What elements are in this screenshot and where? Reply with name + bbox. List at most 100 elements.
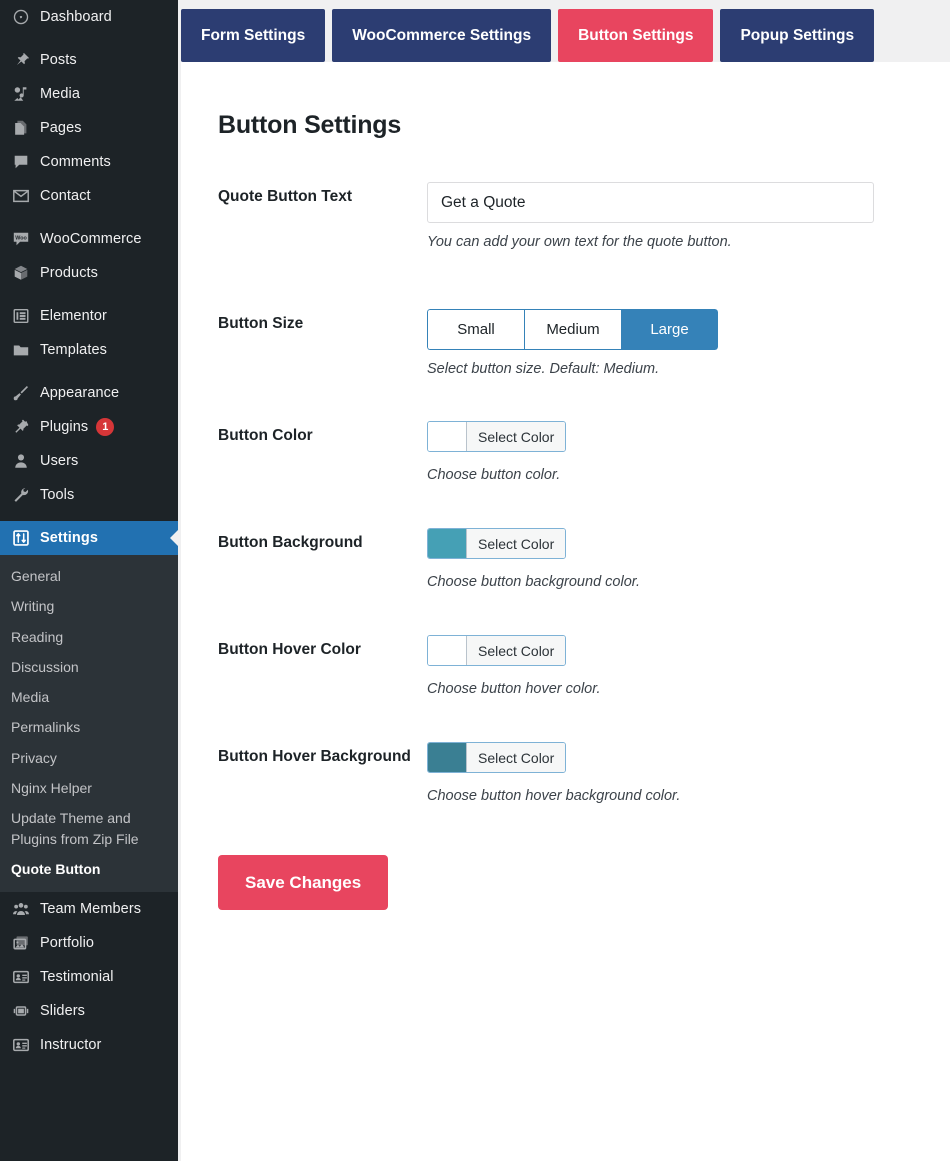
save-row: Save Changes: [181, 855, 950, 910]
field-description-button-color: Choose button color.: [427, 467, 561, 483]
sidebar-item-users[interactable]: Users: [0, 444, 178, 478]
wrench-icon: [11, 485, 31, 505]
sidebar-item-elementor[interactable]: Elementor: [0, 299, 178, 333]
save-changes-button[interactable]: Save Changes: [218, 855, 389, 910]
page-title: Button Settings: [218, 111, 402, 139]
media-icon: [11, 84, 31, 104]
field-label-button-size: Button Size: [218, 315, 304, 332]
sidebar-item-templates[interactable]: Templates: [0, 333, 178, 367]
submenu-item-quote-button[interactable]: Quote Button: [0, 854, 178, 884]
field-label-quote-button-text: Quote Button Text: [218, 188, 353, 205]
sidebar-item-plugins[interactable]: Plugins 1: [0, 410, 178, 444]
sidebar-item-settings[interactable]: Settings: [0, 521, 178, 555]
tab-button-settings[interactable]: Button Settings: [558, 9, 714, 62]
submenu-item-media[interactable]: Media: [0, 682, 178, 712]
sidebar-item-products[interactable]: Products: [0, 256, 178, 290]
sidebar-item-pages[interactable]: Pages: [0, 111, 178, 145]
sidebar-item-label: Elementor: [40, 307, 107, 324]
pages-icon: [11, 118, 31, 138]
envelope-icon: [11, 186, 31, 206]
settings-card: Button Settings Quote Button Text You ca…: [181, 62, 950, 1161]
field-description-quote-button-text: You can add your own text for the quote …: [427, 234, 732, 250]
submenu-item-update-theme-and-plugins-from-zip-file[interactable]: Update Theme and Plugins from Zip File: [0, 803, 178, 854]
button-hover-color-select-label: Select Color: [467, 636, 566, 665]
field-row-button-hover-background: Button Hover Background Select Color Cho…: [181, 742, 950, 804]
sidebar-item-sliders[interactable]: Sliders: [0, 994, 178, 1028]
comments-icon: [11, 152, 31, 172]
sidebar-item-label: Testimonial: [40, 969, 114, 986]
submenu-item-nginx-helper[interactable]: Nginx Helper: [0, 773, 178, 803]
sidebar-item-instructor[interactable]: Instructor: [0, 1028, 178, 1062]
sidebar-item-label: Sliders: [40, 1003, 86, 1020]
button-background-swatch: [428, 529, 467, 558]
button-color-swatch: [428, 422, 467, 451]
sidebar-item-dashboard[interactable]: Dashboard: [0, 0, 178, 34]
submenu-item-privacy[interactable]: Privacy: [0, 743, 178, 773]
sidebar-item-label: Pages: [40, 119, 82, 136]
sidebar-item-label: WooCommerce: [40, 230, 142, 247]
sidebar-item-label: Products: [40, 264, 99, 281]
field-label-button-hover-color: Button Hover Color: [218, 641, 361, 658]
settings-submenu: General Writing Reading Discussion Media Perm…: [0, 555, 178, 893]
sidebar-item-label: Dashboard: [40, 8, 112, 25]
elementor-icon: [11, 306, 31, 326]
sidebar-item-portfolio[interactable]: Portfolio: [0, 926, 178, 960]
sidebar-item-contact[interactable]: Contact: [0, 179, 178, 213]
instructor-card-icon: [11, 1035, 31, 1055]
field-row-button-background: Button Background Select Color Choose bu…: [181, 528, 950, 590]
menu-separator: [0, 512, 178, 521]
main-content: Form Settings WooCommerce Settings Button …: [178, 0, 950, 1161]
submenu-item-permalinks[interactable]: Permalinks: [0, 712, 178, 742]
sidebar-item-media[interactable]: Media: [0, 77, 178, 111]
sidebar-menu-top: Dashboard Posts Media Pages Comments Contact W…: [0, 0, 178, 555]
button-background-picker[interactable]: Select Color: [427, 528, 567, 559]
tab-popup-settings[interactable]: Popup Settings: [720, 9, 875, 62]
button-hover-background-picker[interactable]: Select Color: [427, 742, 567, 773]
tab-form-settings[interactable]: Form Settings: [181, 9, 326, 62]
folder-icon: [11, 340, 31, 360]
submenu-item-reading[interactable]: Reading: [0, 622, 178, 652]
button-hover-color-picker[interactable]: Select Color: [427, 635, 567, 666]
menu-separator: [0, 213, 178, 222]
testimonial-card-icon: [11, 967, 31, 987]
tab-woocommerce-settings[interactable]: WooCommerce Settings: [332, 9, 552, 62]
sidebar-item-label: Instructor: [40, 1037, 102, 1054]
sidebar-item-tools[interactable]: Tools: [0, 478, 178, 512]
sidebar-item-appearance[interactable]: Appearance: [0, 376, 178, 410]
button-size-option-medium[interactable]: Medium: [524, 309, 621, 350]
sidebar-item-comments[interactable]: Comments: [0, 145, 178, 179]
sidebar-item-label: Contact: [40, 187, 91, 204]
button-background-select-label: Select Color: [467, 529, 566, 558]
menu-separator: [0, 367, 178, 376]
button-size-option-large[interactable]: Large: [621, 309, 718, 350]
sidebar-item-label: Tools: [40, 486, 75, 503]
sidebar-item-testimonial[interactable]: Testimonial: [0, 960, 178, 994]
button-size-option-small[interactable]: Small: [427, 309, 524, 350]
button-hover-background-select-label: Select Color: [467, 743, 566, 772]
team-icon: [11, 899, 31, 919]
field-row-button-color: Button Color Select Color Choose button …: [181, 421, 950, 483]
field-row-button-size: Button Size Small Medium Large Select butt…: [181, 309, 950, 377]
sidebar-item-woocommerce[interactable]: Woo WooCommerce: [0, 222, 178, 256]
user-icon: [11, 451, 31, 471]
quote-button-text-input[interactable]: [427, 182, 874, 223]
settings-sliders-icon: [11, 528, 31, 548]
sidebar-item-posts[interactable]: Posts: [0, 43, 178, 77]
submenu-item-writing[interactable]: Writing: [0, 591, 178, 621]
sidebar-menu-bottom: Team Members Portfolio Testimonial Sliders I…: [0, 892, 178, 1062]
pin-icon: [11, 50, 31, 70]
sidebar-item-label: Users: [40, 452, 79, 469]
sidebar-item-team-members[interactable]: Team Members: [0, 892, 178, 926]
sidebar-item-label: Appearance: [40, 384, 120, 401]
button-color-select-label: Select Color: [467, 422, 566, 451]
sidebar-item-label: Templates: [40, 341, 107, 358]
submenu-item-discussion[interactable]: Discussion: [0, 652, 178, 682]
svg-text:Woo: Woo: [15, 235, 27, 241]
plugins-update-badge: 1: [96, 418, 115, 436]
button-color-picker[interactable]: Select Color: [427, 421, 567, 452]
submenu-item-general[interactable]: General: [0, 561, 178, 591]
button-hover-color-swatch: [428, 636, 467, 665]
